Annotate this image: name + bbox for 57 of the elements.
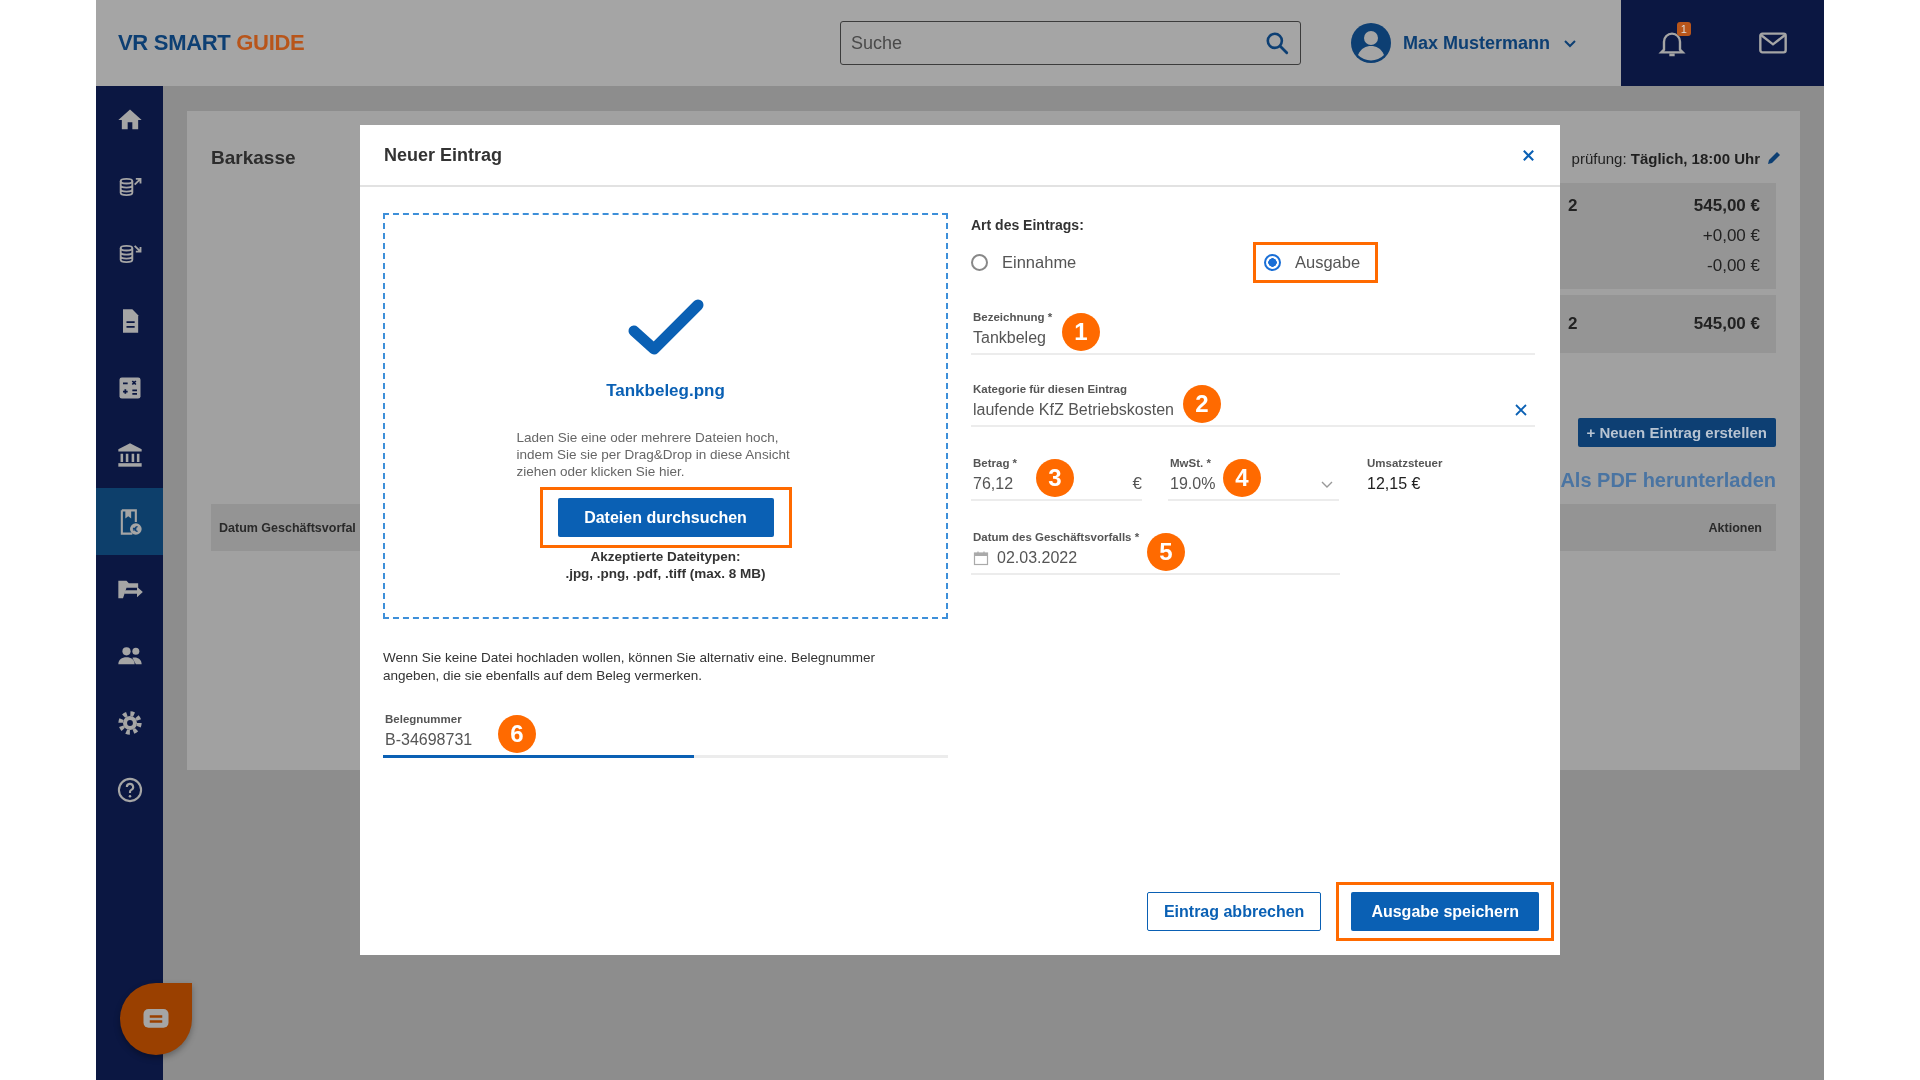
- avatar-icon: [1351, 23, 1391, 63]
- radio-button[interactable]: [971, 254, 988, 271]
- field-label: Betrag *: [973, 457, 1019, 469]
- chat-button[interactable]: [120, 983, 192, 1055]
- radio-label: Ausgabe: [1295, 253, 1361, 272]
- new-entry-button[interactable]: + Neuen Eintrag erstellen: [1577, 418, 1776, 447]
- settings-icon: [115, 708, 144, 737]
- radio-option[interactable]: Einnahme: [971, 253, 1077, 272]
- close-icon[interactable]: [1521, 147, 1536, 163]
- notification-count: 1: [1676, 22, 1691, 36]
- sales-tax-value: 12,15 €: [1366, 474, 1422, 494]
- column-header: Datum Geschäftsvorfal: [219, 520, 356, 535]
- field-label: Bezeichnung *: [973, 311, 1054, 323]
- entry-type-label: Art des Eintrags:: [971, 217, 1085, 233]
- accepted-types: .jpg, .png, .pdf, .tiff (max. 8 MB): [565, 565, 766, 582]
- pencil-icon[interactable]: [1766, 150, 1782, 166]
- total-amount: 545,00 €: [1693, 314, 1760, 334]
- step-number-badge: 2: [1183, 385, 1221, 423]
- file-name: Tankbeleg.png: [606, 381, 725, 401]
- cancel-button[interactable]: Eintrag abbrechen: [1146, 892, 1322, 931]
- summary-cell-text: 2: [1567, 314, 1579, 334]
- summary-cell-text: 2: [1567, 196, 1579, 216]
- summary-amount: +0,00 €: [1702, 226, 1760, 246]
- notifications-button[interactable]: 1: [1646, 18, 1697, 68]
- upload-instructions: Laden Sie eine oder mehrere Dateien hoch, indem Sie sie per Drag&Drop in diese Ansicht ziehen oder klicken Sie hier.: [516, 429, 791, 480]
- step-number-badge: 3: [1036, 459, 1074, 497]
- search-icon[interactable]: [1264, 30, 1290, 56]
- field-label: Umsatzsteuer: [1367, 457, 1443, 469]
- calendar-icon: [973, 550, 989, 566]
- clear-icon[interactable]: [1513, 402, 1529, 418]
- help-icon: [115, 775, 144, 804]
- step-number-badge: 1: [1062, 313, 1100, 351]
- step-number-badge: 6: [498, 715, 536, 753]
- summary-amount: 545,00 €: [1693, 196, 1760, 216]
- radio-label: Einnahme: [1002, 253, 1077, 272]
- summary-amount: -0,00 €: [1707, 256, 1760, 276]
- step-number-badge: 4: [1223, 459, 1261, 497]
- search-field[interactable]: Suche: [840, 21, 1301, 65]
- field-label: Belegnummer: [385, 713, 463, 725]
- radio-option[interactable]: Ausgabe: [1264, 253, 1361, 272]
- receipt-number-hint: Wenn Sie keine Datei hochladen wollen, können Sie alternativ eine. Belegnummer angeben, die sie ebenfalls auf dem Beleg vermerken.: [383, 649, 877, 685]
- browse-files-button[interactable]: Dateien durchsuchen: [557, 498, 774, 537]
- page-title: Barkasse: [211, 147, 296, 169]
- accepted-types-title: Akzeptierte Dateitypen:: [590, 548, 741, 565]
- field-label: Kategorie für diesen Eintrag: [973, 383, 1128, 395]
- field-label: MwSt. *: [1170, 457, 1212, 469]
- user-menu[interactable]: Max Mustermann: [1351, 18, 1579, 68]
- app-logo[interactable]: VR SMART GUIDE: [118, 30, 818, 56]
- step-number-badge: 5: [1147, 533, 1185, 571]
- dialog-title: Neuer Eintrag: [384, 144, 503, 166]
- field-label: Datum des Geschäftsvorfalls *: [973, 531, 1141, 543]
- save-button[interactable]: Ausgabe speichern: [1351, 892, 1539, 931]
- radio-button[interactable]: [1264, 254, 1281, 271]
- upload-dropzone[interactable]: [383, 213, 948, 619]
- sidebar-item[interactable]: [96, 488, 163, 555]
- schedule-text: prüfung: Täglich, 18:00 Uhr: [1571, 149, 1760, 167]
- column-header: Aktionen: [1708, 520, 1762, 535]
